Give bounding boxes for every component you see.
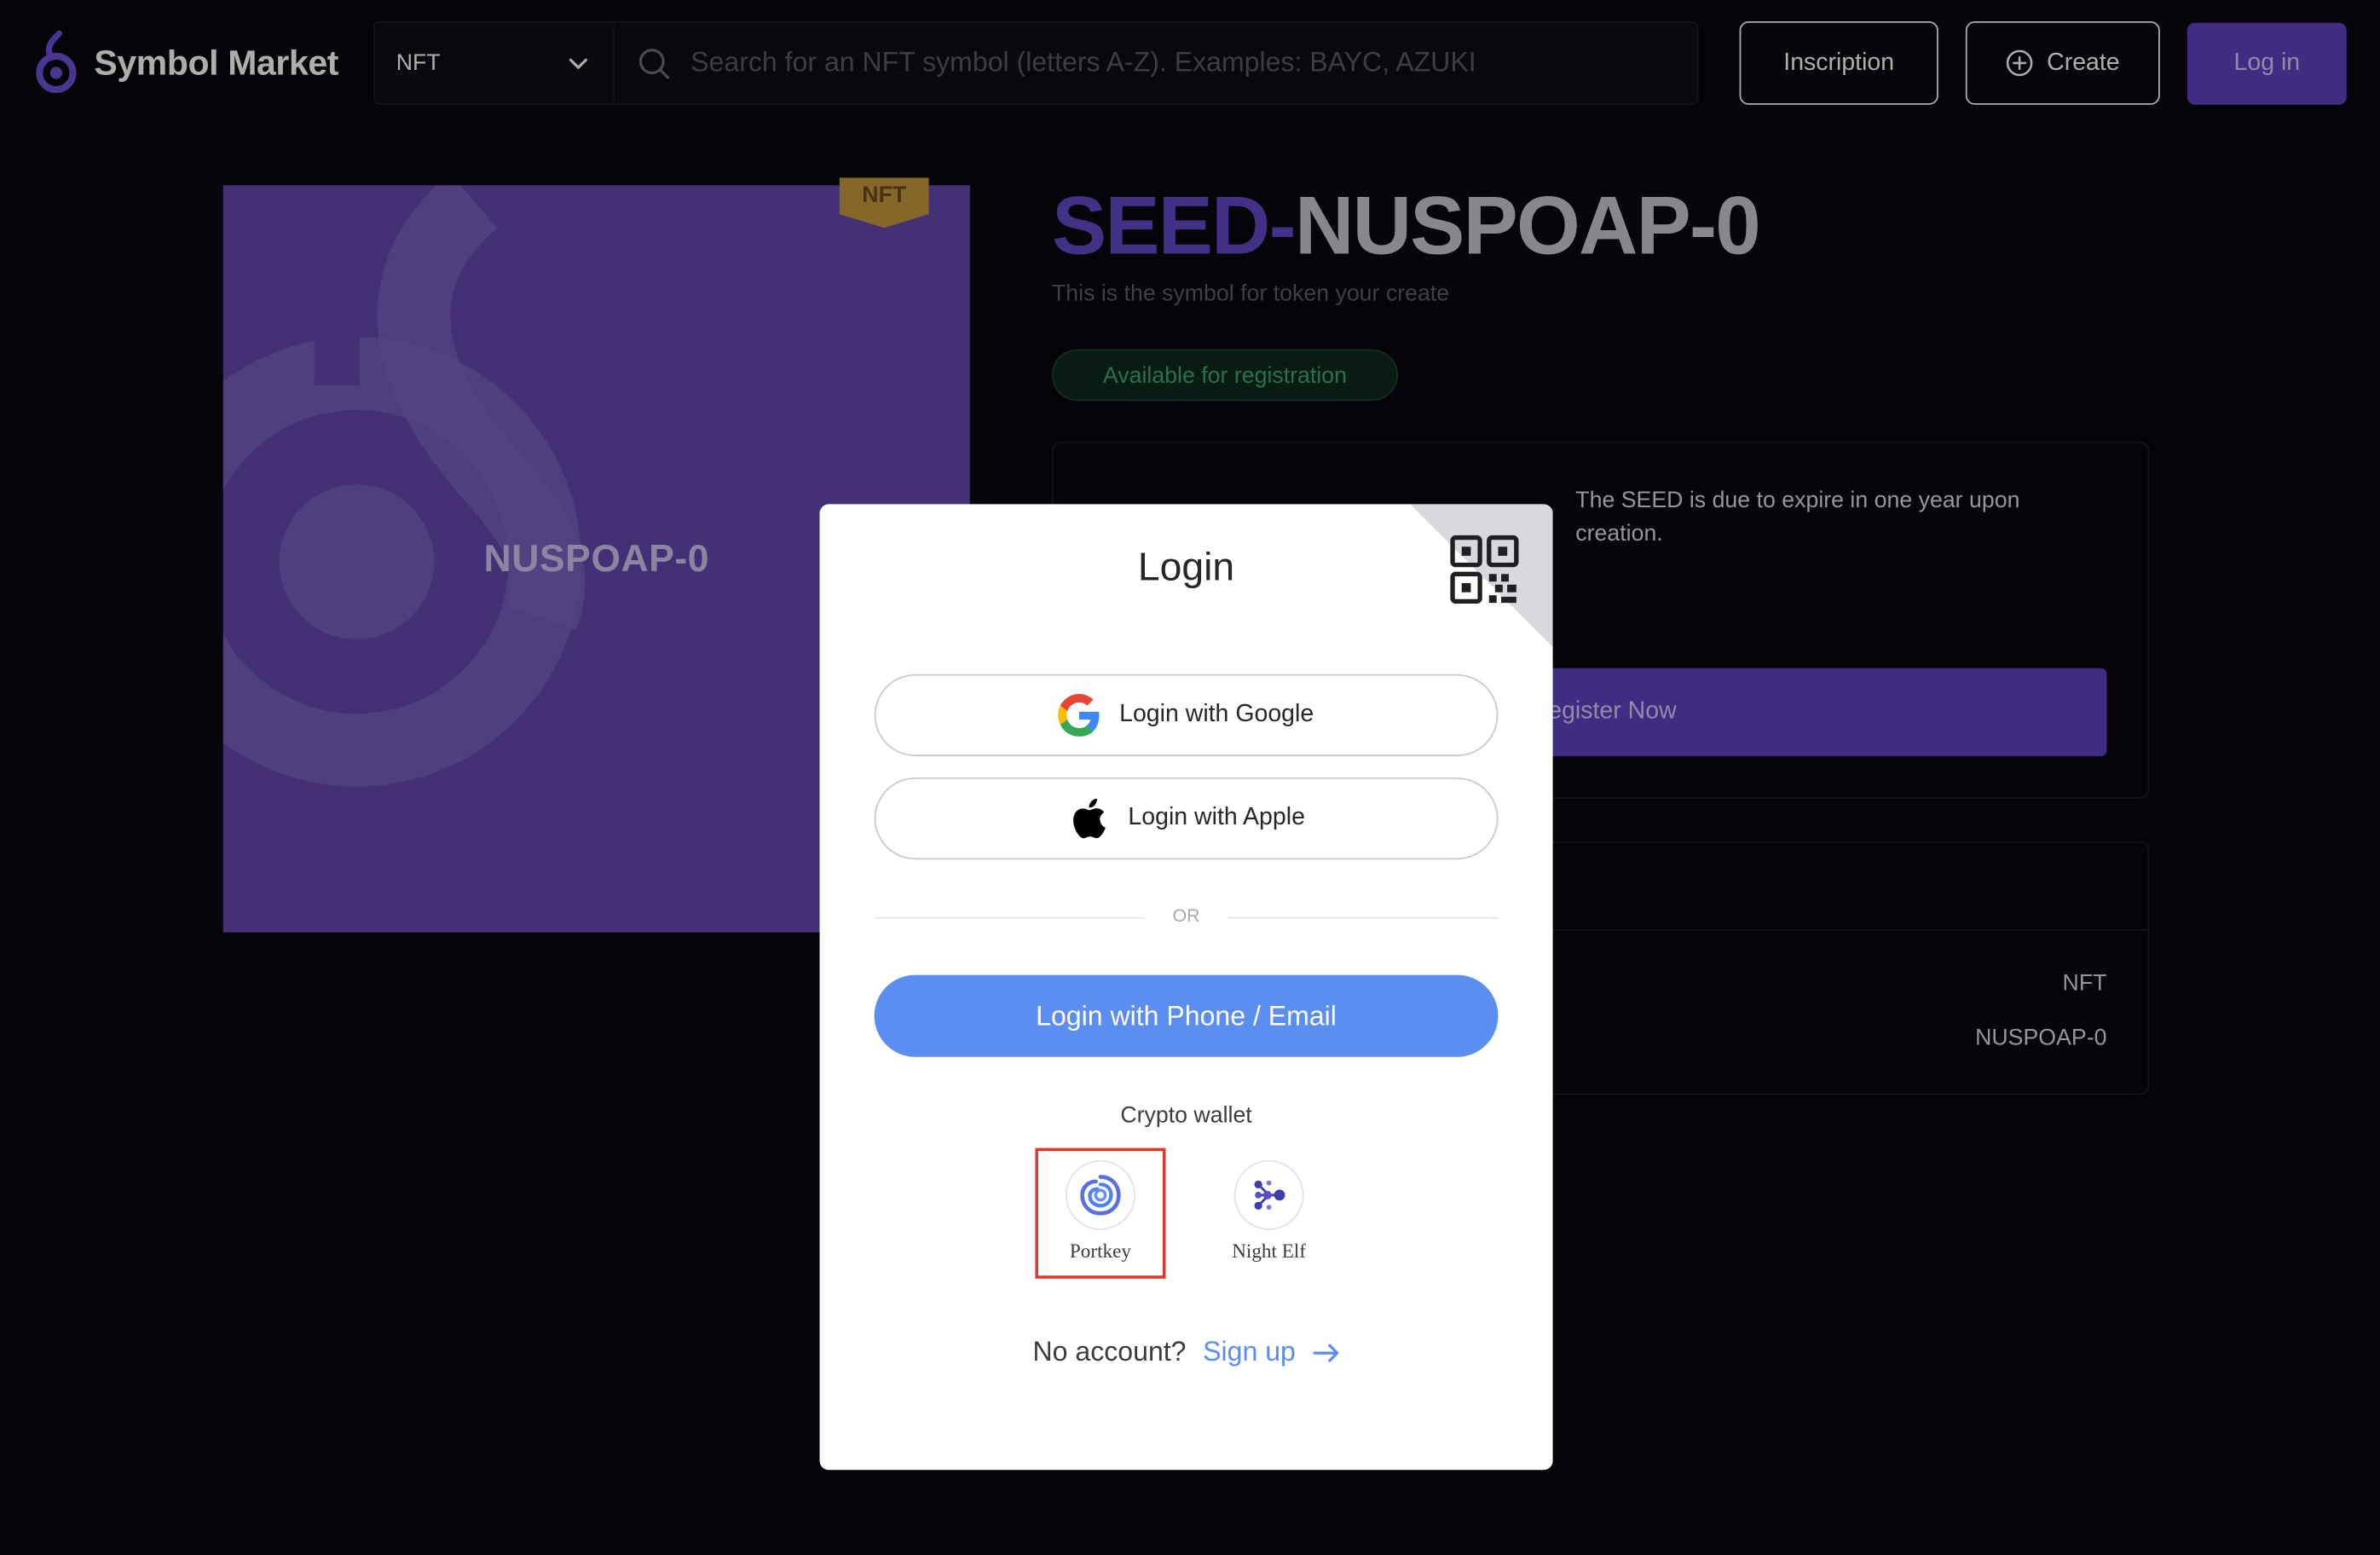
or-text: OR xyxy=(1172,905,1200,927)
no-account-text: No account? xyxy=(1032,1336,1187,1367)
portkey-wallet-name: Portkey xyxy=(1069,1239,1131,1263)
night-elf-icon xyxy=(1233,1159,1304,1230)
or-divider-line-right xyxy=(1228,916,1499,919)
login-title: Login xyxy=(1137,543,1235,590)
sign-up-link[interactable]: Sign up xyxy=(1203,1337,1296,1367)
login-with-google-button[interactable]: Login with Google xyxy=(874,673,1499,757)
or-divider: OR xyxy=(874,902,1499,933)
apple-button-label: Login with Apple xyxy=(1128,805,1305,831)
signup-row: No account? Sign up xyxy=(820,1337,1553,1368)
portkey-wallet-option[interactable]: Portkey xyxy=(1035,1147,1166,1279)
login-with-apple-button[interactable]: Login with Apple xyxy=(874,778,1499,860)
login-with-phone-email-button[interactable]: Login with Phone / Email xyxy=(874,974,1499,1057)
arrow-right-icon[interactable] xyxy=(1312,1343,1339,1364)
apple-icon xyxy=(1067,797,1110,840)
night-elf-wallet-name: Night Elf xyxy=(1232,1239,1306,1263)
portkey-icon xyxy=(1065,1159,1135,1230)
night-elf-wallet-option[interactable]: Night Elf xyxy=(1204,1148,1334,1279)
google-icon xyxy=(1058,694,1101,737)
login-modal: Login Login with Google Login with Apple xyxy=(819,504,1553,1471)
google-button-label: Login with Google xyxy=(1119,701,1314,728)
crypto-wallet-label: Crypto wallet xyxy=(1120,1102,1252,1129)
